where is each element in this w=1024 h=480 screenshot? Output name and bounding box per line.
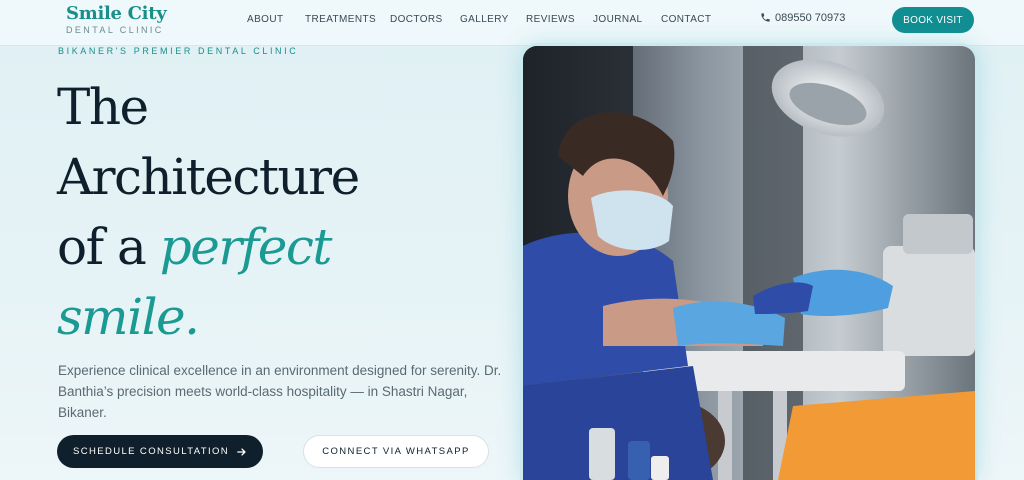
nav-item-about[interactable]: ABOUT [247, 14, 283, 25]
headline-accent-perfect: perfect [159, 218, 333, 276]
nav-item-gallery[interactable]: GALLERY [460, 14, 509, 25]
nav-item-doctors[interactable]: DOCTORS [390, 14, 443, 25]
phone-number: 089550 70973 [775, 12, 846, 24]
phone-link[interactable]: 089550 70973 [760, 12, 845, 24]
dentist-at-work-image [523, 46, 975, 480]
headline-line-2: Architecture [57, 148, 360, 206]
headline-line-3: of a perfect [57, 212, 497, 282]
hero-kicker: BIKANER'S PREMIER DENTAL CLINIC [58, 46, 299, 56]
nav-item-journal[interactable]: JOURNAL [593, 14, 642, 25]
hero-description: Experience clinical excellence in an env… [58, 363, 502, 420]
phone-icon [761, 13, 770, 22]
main-nav: ABOUT TREATMENTS DOCTORS GALLERY REVIEWS… [0, 14, 1024, 28]
arrow-right-icon [237, 447, 246, 456]
hero-headline: The Architecture of a perfect smile. [57, 72, 497, 352]
nav-item-reviews[interactable]: REVIEWS [526, 14, 575, 25]
schedule-consultation-button[interactable]: SCHEDULE CONSULTATION [57, 435, 263, 468]
headline-line-1: The [57, 78, 149, 136]
nav-item-contact[interactable]: CONTACT [661, 14, 711, 25]
schedule-consultation-label: SCHEDULE CONSULTATION [72, 446, 230, 457]
book-visit-button[interactable]: BOOK VISIT [892, 7, 974, 33]
nav-item-treatments[interactable]: TREATMENTS [305, 14, 376, 25]
headline-plain: of a [57, 218, 160, 276]
headline-accent-smile: smile. [57, 288, 200, 346]
whatsapp-button[interactable]: CONNECT VIA WHATSAPP [303, 435, 489, 468]
site-header: Smile City DENTAL CLINIC ABOUT TREATMENT… [0, 0, 1024, 46]
hero-photo [523, 46, 975, 480]
